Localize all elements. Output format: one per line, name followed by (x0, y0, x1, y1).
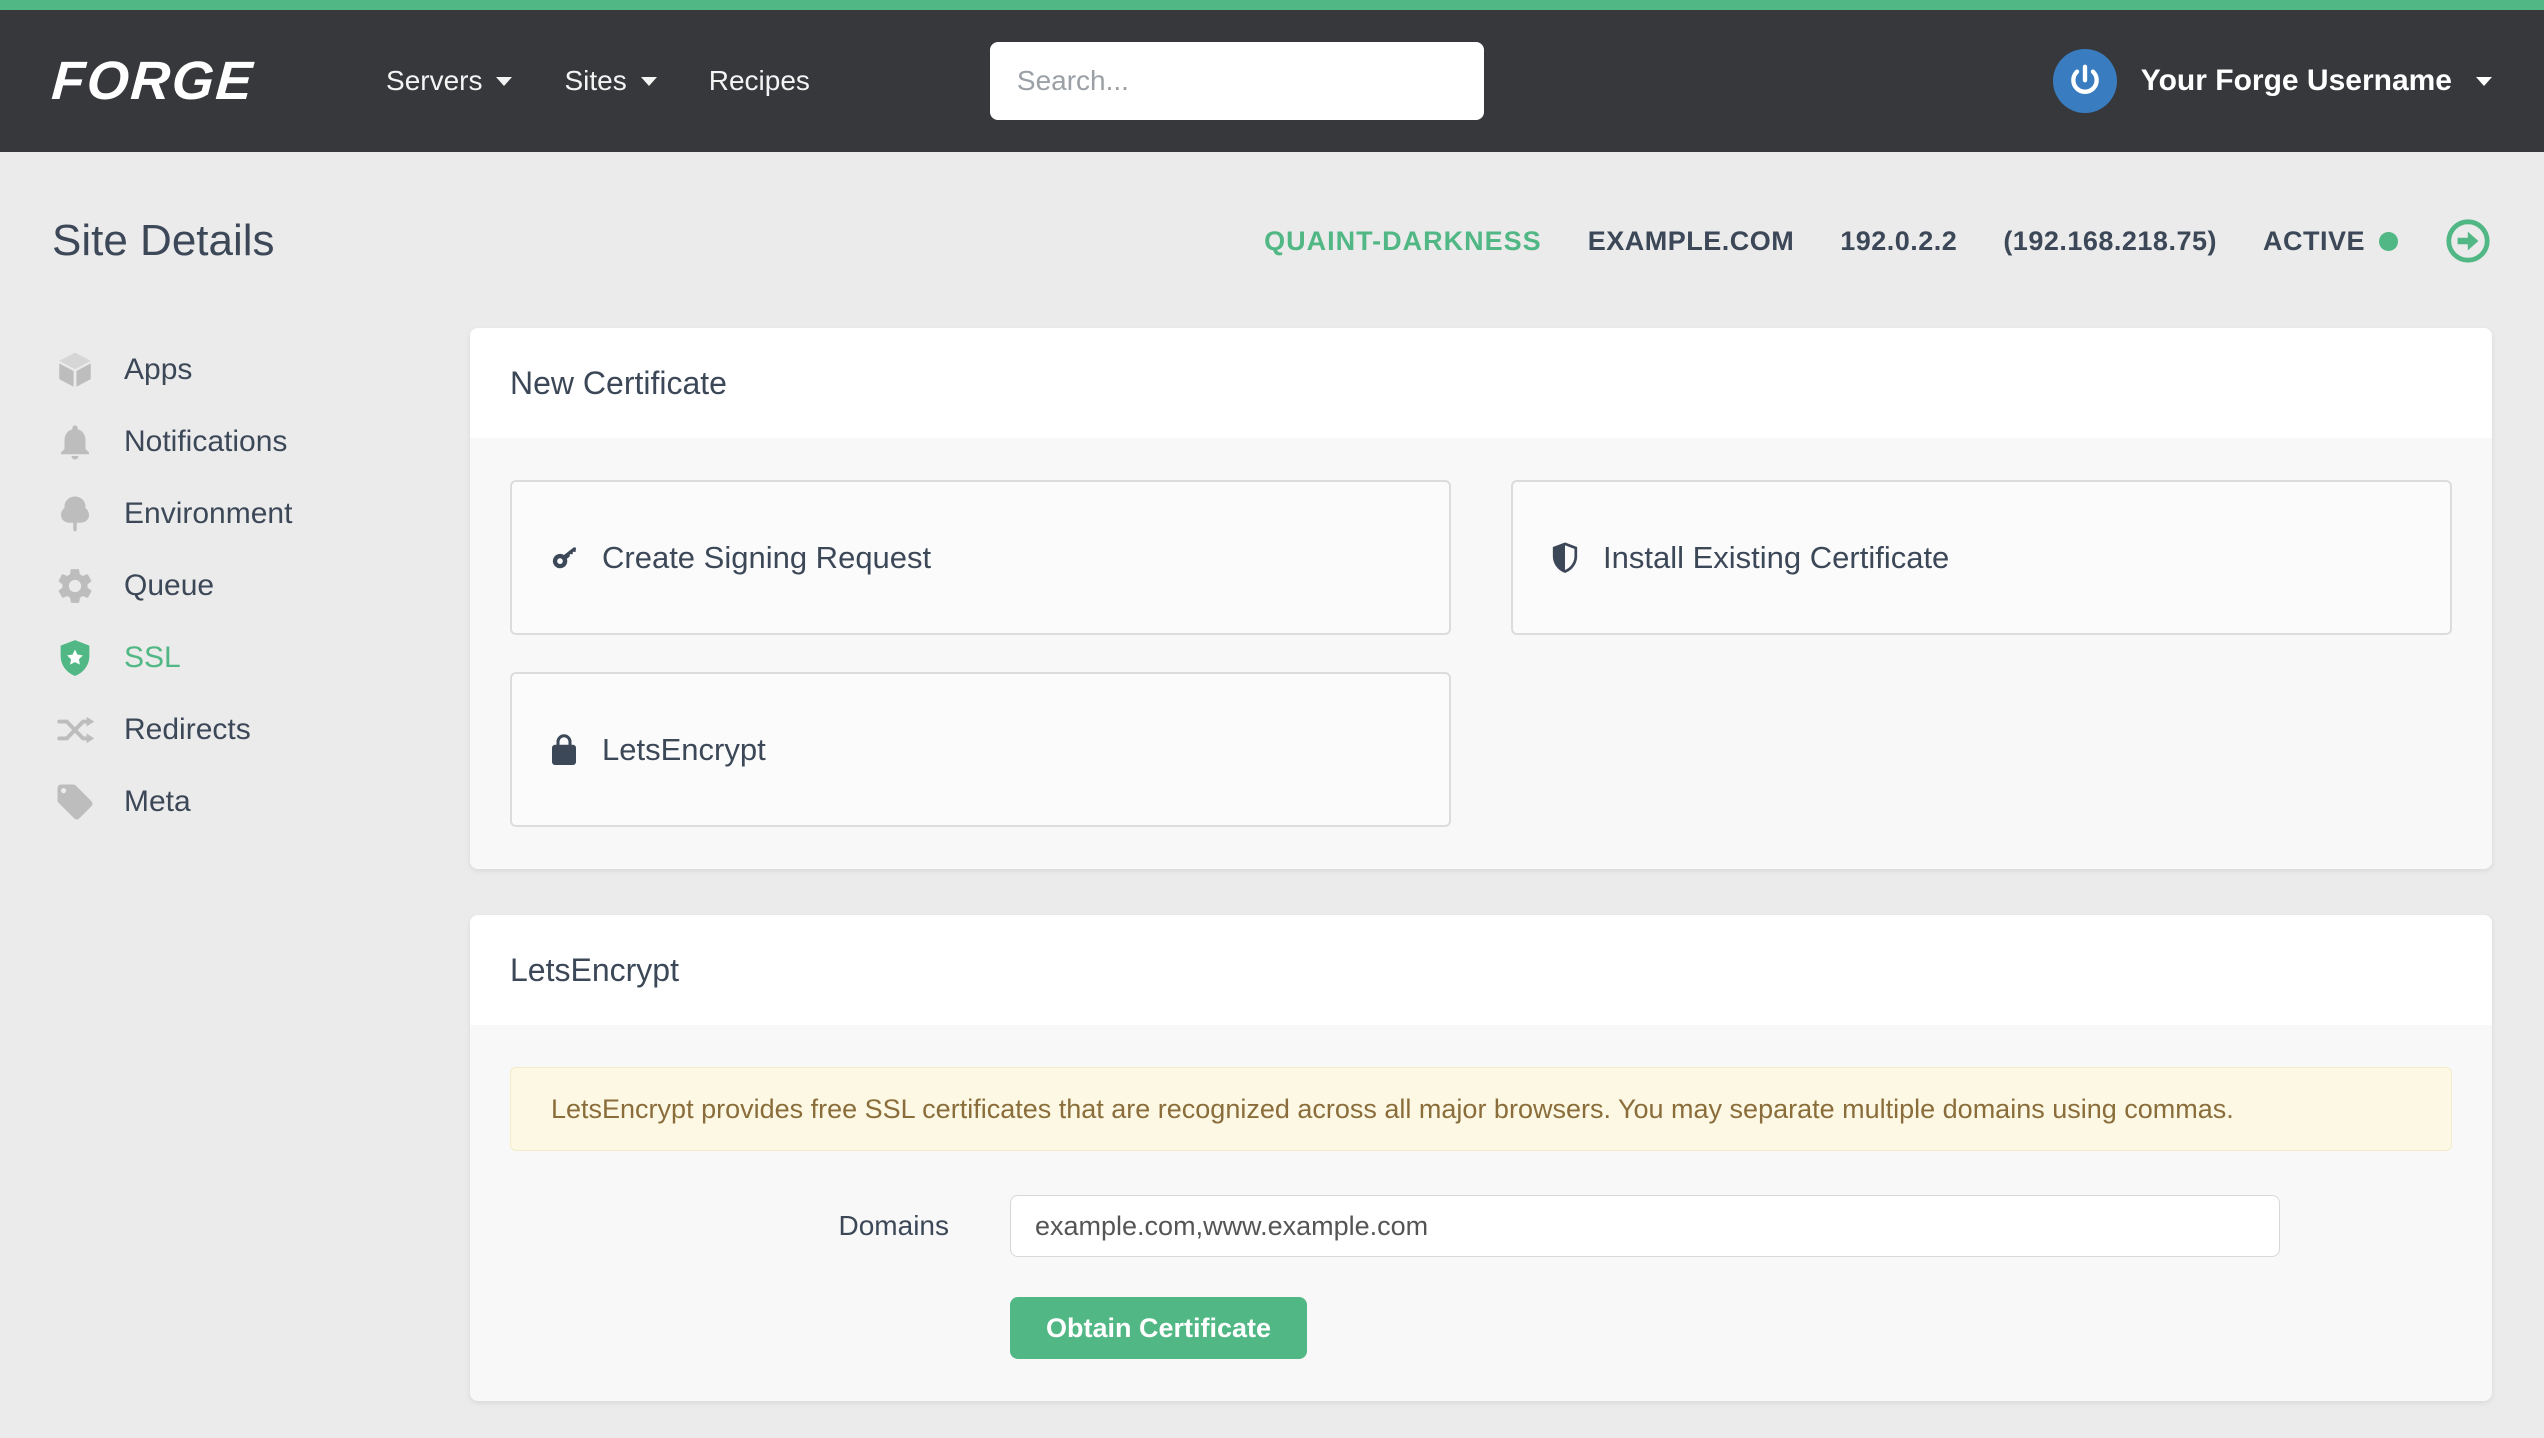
shuffle-icon (52, 707, 98, 753)
main-nav: Servers Sites Recipes (386, 65, 810, 97)
sidebar-item-redirects[interactable]: Redirects (52, 694, 470, 766)
status-badge: ACTIVE (2263, 226, 2398, 257)
site-ip: 192.0.2.2 (1840, 226, 1957, 257)
tree-icon (52, 491, 98, 537)
new-certificate-card: New Certificate Create Signing Request I… (470, 328, 2492, 869)
domains-label: Domains (510, 1210, 1010, 1242)
install-existing-certificate-button[interactable]: Install Existing Certificate (1511, 480, 2452, 635)
gear-icon (52, 563, 98, 609)
main-content: Site Details QUAINT-DARKNESS EXAMPLE.COM… (0, 152, 2544, 1401)
server-name: QUAINT-DARKNESS (1264, 226, 1542, 257)
brand-accent-bar (0, 0, 2544, 10)
info-alert: LetsEncrypt provides free SSL certificat… (510, 1067, 2452, 1151)
tile-label: Install Existing Certificate (1603, 540, 1949, 576)
sidebar-item-label: Apps (124, 353, 192, 387)
shield-half-icon (1547, 540, 1583, 576)
status-dot-icon (2379, 232, 2398, 251)
obtain-certificate-button[interactable]: Obtain Certificate (1010, 1297, 1307, 1359)
nav-item-recipes[interactable]: Recipes (709, 65, 810, 97)
nav-item-servers[interactable]: Servers (386, 65, 512, 97)
site-domain: EXAMPLE.COM (1588, 226, 1795, 257)
card-title: LetsEncrypt (470, 915, 2492, 1025)
new-certificate-body: Create Signing Request Install Existing … (470, 438, 2492, 869)
page-header: Site Details QUAINT-DARKNESS EXAMPLE.COM… (52, 152, 2492, 274)
sidebar-item-label: Notifications (124, 425, 287, 459)
chevron-down-icon (496, 77, 512, 86)
site-meta-bar: QUAINT-DARKNESS EXAMPLE.COM 192.0.2.2 (1… (1264, 217, 2492, 265)
arrow-right-circle-icon[interactable] (2444, 217, 2492, 265)
key-icon (546, 540, 582, 576)
site-private-ip: (192.168.218.75) (2003, 226, 2217, 257)
letsencrypt-button[interactable]: LetsEncrypt (510, 672, 1451, 827)
sidebar-item-meta[interactable]: Meta (52, 766, 470, 838)
sidebar-item-label: SSL (124, 641, 181, 675)
power-avatar-icon (2053, 49, 2117, 113)
tile-label: LetsEncrypt (602, 732, 766, 768)
sidebar-item-label: Queue (124, 569, 214, 603)
shield-star-icon (52, 635, 98, 681)
sidebar-item-queue[interactable]: Queue (52, 550, 470, 622)
forge-logo[interactable]: FORGE (50, 50, 256, 112)
tag-icon (52, 779, 98, 825)
page-title: Site Details (52, 216, 275, 266)
sidebar-item-environment[interactable]: Environment (52, 478, 470, 550)
status-label: ACTIVE (2263, 226, 2365, 257)
sidebar: Apps Notifications Environment Queue SSL… (52, 328, 470, 1401)
card-title: New Certificate (470, 328, 2492, 438)
sidebar-item-label: Environment (124, 497, 292, 531)
nav-item-label: Recipes (709, 65, 810, 97)
letsencrypt-card: LetsEncrypt LetsEncrypt provides free SS… (470, 915, 2492, 1401)
cube-icon (52, 347, 98, 393)
top-navbar: FORGE Servers Sites Recipes Your Forge U… (0, 10, 2544, 152)
sidebar-item-label: Meta (124, 785, 191, 819)
lock-icon (546, 732, 582, 768)
search-input[interactable] (990, 42, 1484, 120)
username: Your Forge Username (2141, 64, 2452, 98)
domains-input[interactable] (1010, 1195, 2280, 1257)
sidebar-item-apps[interactable]: Apps (52, 334, 470, 406)
sidebar-item-label: Redirects (124, 713, 251, 747)
domains-form-row: Domains (510, 1195, 2452, 1257)
nav-item-label: Sites (564, 65, 626, 97)
sidebar-item-notifications[interactable]: Notifications (52, 406, 470, 478)
nav-item-sites[interactable]: Sites (564, 65, 656, 97)
bell-icon (52, 419, 98, 465)
nav-item-label: Servers (386, 65, 482, 97)
sidebar-item-ssl[interactable]: SSL (52, 622, 470, 694)
chevron-down-icon (2476, 77, 2492, 86)
letsencrypt-body: LetsEncrypt provides free SSL certificat… (470, 1025, 2492, 1401)
content-column: New Certificate Create Signing Request I… (470, 328, 2492, 1401)
create-signing-request-button[interactable]: Create Signing Request (510, 480, 1451, 635)
chevron-down-icon (641, 77, 657, 86)
user-menu[interactable]: Your Forge Username (2053, 49, 2492, 113)
tile-label: Create Signing Request (602, 540, 931, 576)
